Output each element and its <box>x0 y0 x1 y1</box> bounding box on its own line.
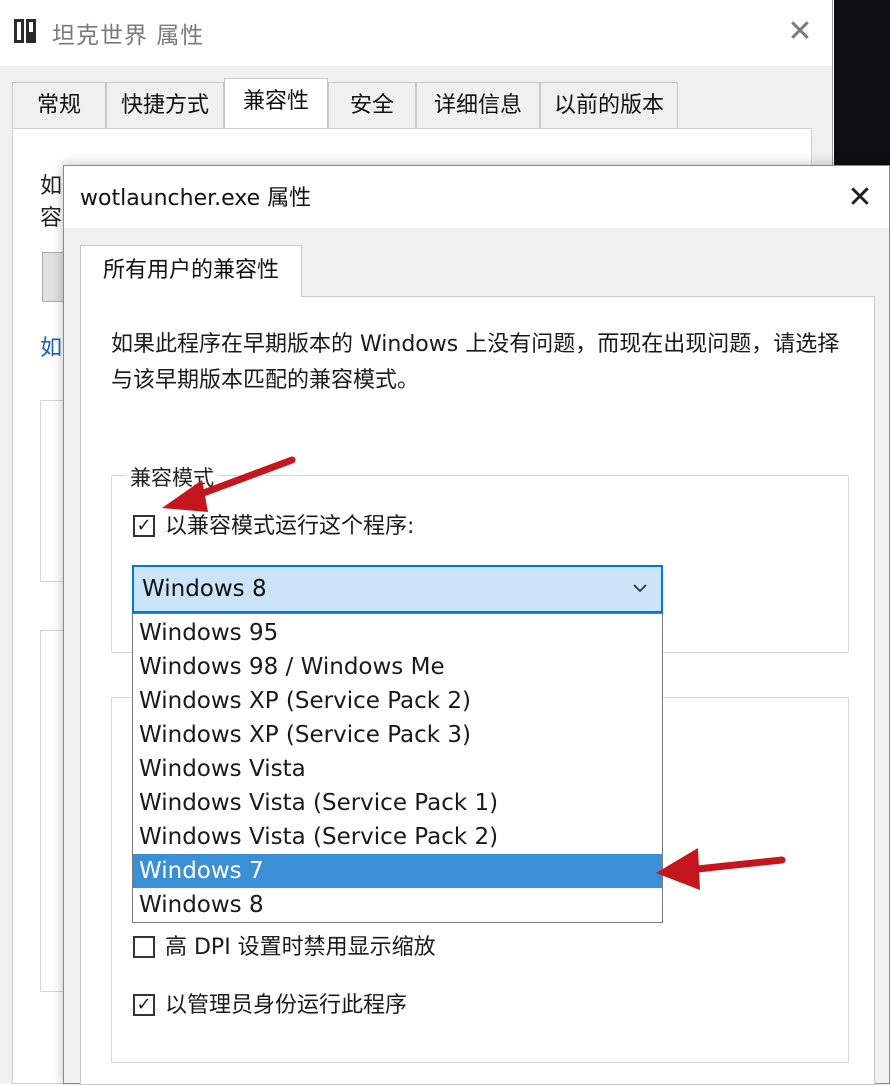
dialog-titlebar: wotlauncher.exe 属性 ✕ <box>64 166 889 228</box>
admin-checkbox[interactable]: ✓ <box>133 994 155 1016</box>
back-close-icon[interactable]: ✕ <box>780 12 820 52</box>
admin-checkbox-label: 以管理员身份运行此程序 <box>165 993 408 1018</box>
tab-details[interactable]: 详细信息 <box>416 82 540 128</box>
dropdown-option[interactable]: Windows XP (Service Pack 3) <box>133 718 662 752</box>
tab-previous-versions[interactable]: 以前的版本 <box>540 82 678 128</box>
dropdown-option[interactable]: Windows Vista (Service Pack 1) <box>133 786 662 820</box>
windows-version-combo[interactable]: Windows 8 <box>132 565 663 613</box>
back-text-fragment: 如 <box>40 174 63 199</box>
combo-selected-value: Windows 8 <box>142 576 267 602</box>
dpi-checkbox-row[interactable]: 高 DPI 设置时禁用显示缩放 <box>133 933 633 963</box>
dialog-title: wotlauncher.exe 属性 <box>80 186 312 211</box>
annotation-arrow-icon <box>162 456 296 512</box>
dropdown-option[interactable]: Windows 95 <box>133 616 662 650</box>
compat-description: 如果此程序在早期版本的 Windows 上没有问题，而现在出现问题，请选择与该早… <box>111 332 840 393</box>
chevron-down-icon <box>633 584 647 593</box>
dropdown-option[interactable]: Windows Vista <box>133 752 662 786</box>
back-link-fragment[interactable]: 如 <box>40 330 62 362</box>
back-titlebar: 坦克世界 属性 ✕ <box>0 0 832 66</box>
dpi-checkbox-label: 高 DPI 设置时禁用显示缩放 <box>165 935 436 960</box>
admin-checkbox-row[interactable]: ✓ 以管理员身份运行此程序 <box>133 991 633 1021</box>
tab-all-users-compatibility[interactable]: 所有用户的兼容性 <box>80 245 302 297</box>
dropdown-option[interactable]: Windows 98 / Windows Me <box>133 650 662 684</box>
dropdown-option[interactable]: Windows 8 <box>133 888 662 922</box>
tab-compatibility[interactable]: 兼容性 <box>224 78 328 130</box>
dropdown-option[interactable]: Windows XP (Service Pack 2) <box>133 684 662 718</box>
back-window-title: 坦克世界 属性 <box>52 23 205 49</box>
windows-version-dropdown-list: Windows 95 Windows 98 / Windows Me Windo… <box>132 613 663 923</box>
dropdown-option-highlighted[interactable]: Windows 7 <box>133 854 662 888</box>
back-text-fragment: 容 <box>40 206 63 231</box>
annotation-arrow-icon <box>656 848 786 890</box>
dpi-checkbox[interactable] <box>133 936 155 958</box>
tab-shortcut[interactable]: 快捷方式 <box>106 82 224 128</box>
close-icon[interactable]: ✕ <box>838 176 882 220</box>
tab-general[interactable]: 常规 <box>12 82 106 128</box>
dropdown-option[interactable]: Windows Vista (Service Pack 2) <box>133 820 662 854</box>
tank-app-icon <box>14 19 36 43</box>
tab-security[interactable]: 安全 <box>328 82 416 128</box>
